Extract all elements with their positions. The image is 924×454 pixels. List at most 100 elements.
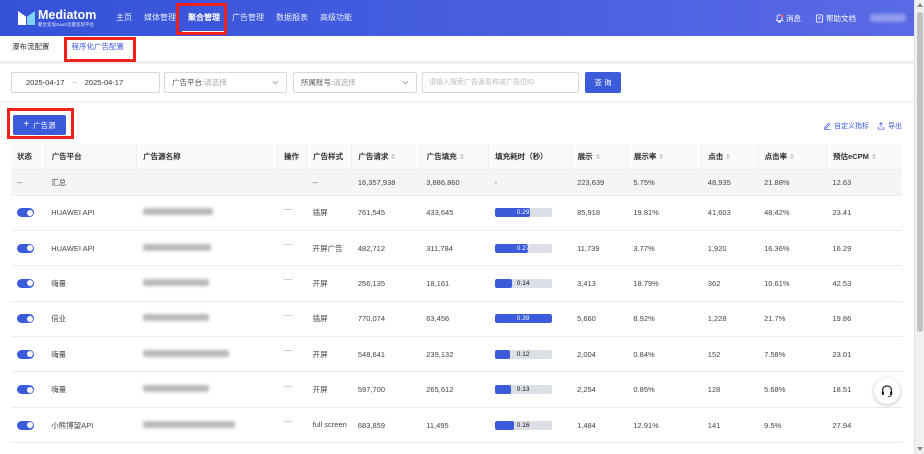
status-toggle[interactable] <box>17 208 34 218</box>
brand-logo[interactable]: Mediatom 聚合变现SaaS流量变现平台 <box>18 9 104 27</box>
platform-select-label: 广告平台: <box>172 78 205 87</box>
header-col-style: 广告样式 <box>306 144 353 170</box>
nav-item-advanced[interactable]: 高级功能 <box>314 0 358 36</box>
ecpm-cell: 23.41 <box>826 195 902 231</box>
header-label: 广告填充 <box>426 151 457 161</box>
click-rate-cell: 16.36% <box>758 230 827 267</box>
ecpm-cell: 27.94 <box>826 407 902 444</box>
sort-icon[interactable] <box>659 154 664 160</box>
fills-cell: 265,612 <box>420 371 489 408</box>
show-rate-cell: 0.85% <box>627 371 702 408</box>
requests-cell: 482,712 <box>351 230 421 267</box>
add-ad-source-label: 广告源 <box>33 120 56 130</box>
fill-time-label: 0.39 <box>516 315 530 323</box>
tab-programmatic-config[interactable]: 程序化广告配置 <box>63 35 132 61</box>
action-cell: ··· <box>277 371 307 408</box>
fill-time-bar: 0.27 <box>494 243 552 253</box>
filter-bar: 2025-04-17 ~ 2025-04-17 广告平台: 请选择 所属账号: … <box>0 64 914 101</box>
summary-cell: 5.75% <box>627 169 702 196</box>
status-cell <box>11 336 46 373</box>
more-actions-icon[interactable]: ··· <box>283 239 292 249</box>
customer-support-button[interactable] <box>874 378 900 404</box>
sort-icon[interactable] <box>726 154 731 160</box>
header-col-platform: 广告平台 <box>45 144 138 170</box>
shows-cell: 85,918 <box>571 195 628 231</box>
fill-time-cell: 0.39 <box>488 301 572 338</box>
status-toggle[interactable] <box>17 243 34 253</box>
action-cell: ··· <box>277 230 307 267</box>
header-label: 展示 <box>577 151 593 161</box>
more-actions-icon[interactable]: ··· <box>283 310 292 320</box>
source-name-cell <box>136 301 278 338</box>
export-button[interactable]: 导出 <box>877 121 902 131</box>
status-toggle[interactable] <box>17 278 34 288</box>
scrollbar-thumb[interactable] <box>917 12 923 332</box>
click-rate-cell: 48.42% <box>758 195 827 231</box>
date-range-picker[interactable]: 2025-04-17 ~ 2025-04-17 <box>11 72 160 93</box>
requests-cell: 597,700 <box>351 371 421 408</box>
shows-cell: 1,484 <box>571 407 628 444</box>
more-actions-icon[interactable]: ··· <box>283 274 292 284</box>
header-label: 状态 <box>17 151 32 161</box>
header-col-show-rate[interactable]: 展示率 <box>627 144 703 170</box>
sort-icon[interactable] <box>459 154 464 160</box>
nav-item-ads[interactable]: 广告管理 <box>226 0 270 36</box>
messages-link[interactable]: 消息 <box>775 13 801 24</box>
page-scrollbar[interactable] <box>914 0 924 454</box>
tab-waterfall-config[interactable]: 瀑布流配置 <box>4 35 58 61</box>
redacted-source-name <box>142 278 209 286</box>
fills-cell: 63,456 <box>420 301 489 338</box>
header-col-shows[interactable]: 展示 <box>571 144 628 170</box>
status-toggle[interactable] <box>17 385 34 395</box>
nav-item-media[interactable]: 媒体管理 <box>138 0 182 36</box>
redacted-source-name <box>142 243 211 251</box>
click-rate-cell: 21.7% <box>758 301 827 338</box>
nav-item-home[interactable]: 主页 <box>110 0 138 36</box>
sort-icon[interactable] <box>391 154 396 160</box>
nav-item-aggregation[interactable]: 聚合管理 <box>182 3 226 33</box>
clicks-cell: 362 <box>701 265 759 302</box>
sort-icon[interactable] <box>871 154 876 160</box>
scroll-up-arrow[interactable] <box>917 3 923 7</box>
clicks-cell: 152 <box>701 336 759 373</box>
more-actions-icon[interactable]: ··· <box>283 381 292 391</box>
search-input[interactable]: 请输入搜索广告源名称或广告位ID <box>422 72 579 93</box>
more-actions-icon[interactable]: ··· <box>283 204 292 214</box>
summary-cell: 16,357,938 <box>351 169 421 196</box>
platform-select[interactable]: 广告平台: 请选择 <box>164 72 287 93</box>
account-select[interactable]: 所属账号: 请选择 <box>293 72 417 93</box>
fills-cell: 433,645 <box>420 195 489 231</box>
status-toggle[interactable] <box>17 349 34 359</box>
sort-icon[interactable] <box>595 154 600 160</box>
custom-metrics-button[interactable]: 自定义指标 <box>823 121 869 131</box>
shows-cell: 3,413 <box>571 265 628 302</box>
user-account-menu[interactable] <box>870 14 906 22</box>
status-toggle[interactable] <box>17 420 34 430</box>
table-row: HUAWEI API ··· 插屏 761,545 433,645 0.29 85,918 1… <box>11 195 902 231</box>
header-col-clicks[interactable]: 点击 <box>701 144 759 170</box>
table-row: 小熊博望API ··· full screen 683,859 11,495 0.16 1,… <box>11 407 902 444</box>
table-row: 嗨量 ··· 开屏 256,135 18,161 0.14 3,413 18.79% 362 10… <box>11 265 902 302</box>
status-cell <box>11 301 46 338</box>
header-label: 广告样式 <box>313 151 344 161</box>
help-docs-link[interactable]: 帮助文档 <box>815 13 856 24</box>
add-ad-source-button[interactable]: + 广告源 <box>13 115 66 135</box>
header-col-fills[interactable]: 广告填充 <box>420 144 490 170</box>
nav-item-reports[interactable]: 数据报表 <box>270 0 314 36</box>
scroll-down-arrow[interactable] <box>917 447 923 451</box>
account-select-placeholder: 请选择 <box>333 78 356 87</box>
summary-cell: 223,639 <box>571 169 628 196</box>
query-button[interactable]: 查 询 <box>585 72 621 93</box>
sort-icon[interactable] <box>790 154 795 160</box>
status-toggle[interactable] <box>17 314 34 324</box>
more-actions-icon[interactable]: ··· <box>283 345 292 355</box>
header-col-ecpm[interactable]: 预估eCPM <box>826 144 902 170</box>
header-col-requests[interactable]: 广告请求 <box>351 144 421 170</box>
header-col-source-name: 广告源名称 <box>136 144 278 170</box>
redacted-source-name <box>142 314 209 322</box>
more-actions-icon[interactable]: ··· <box>283 416 292 426</box>
header-col-click-rate[interactable]: 点击率 <box>758 144 827 170</box>
fill-time-label: 0.16 <box>516 421 530 429</box>
clicks-cell: 141 <box>701 407 759 444</box>
header-col-status: 状态 <box>11 144 46 170</box>
